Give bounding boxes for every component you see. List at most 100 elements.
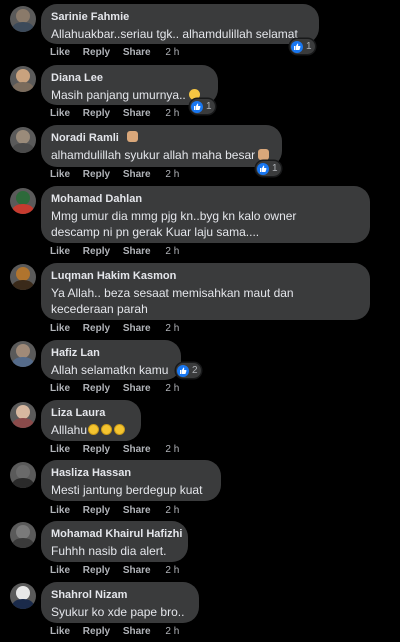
commenter-name[interactable]: Shahrol Nizam	[51, 588, 189, 602]
avatar[interactable]	[10, 462, 36, 488]
comment-text: Allah selamatkn kamu	[51, 363, 169, 377]
comment-actions: Like Reply Share 2 h	[50, 246, 189, 258]
reaction-count[interactable]: 1	[290, 39, 315, 54]
share-button[interactable]: Share	[123, 47, 151, 59]
reaction-number: 2	[192, 365, 198, 376]
avatar[interactable]	[10, 402, 36, 428]
comment-bubble: Hasliza Hassan Mesti jantung berdegup ku…	[41, 460, 221, 501]
comment-bubble: Diana Lee Masih panjang umurnya..	[41, 65, 218, 105]
reply-button[interactable]: Reply	[83, 108, 110, 120]
timestamp[interactable]: 2 h	[165, 108, 179, 120]
like-button[interactable]: Like	[50, 169, 70, 181]
reply-button[interactable]: Reply	[83, 323, 110, 335]
commenter-name[interactable]: Hafiz Lan	[51, 346, 171, 360]
comment-bubble: Noradi Ramli alhamdulillah syukur allah …	[41, 125, 282, 167]
reply-button[interactable]: Reply	[83, 246, 110, 258]
comment-text: Mmg umur dia mmg pjg kn..byg kn kalo own…	[51, 209, 297, 223]
reply-button[interactable]: Reply	[83, 626, 110, 638]
like-reaction-icon	[191, 100, 203, 113]
comment-text: Syukur ko xde pape bro..	[51, 605, 185, 619]
commenter-name[interactable]: Noradi Ramli	[51, 131, 272, 145]
share-button[interactable]: Share	[123, 626, 151, 638]
sad-face-emoji-icon	[101, 424, 113, 435]
like-button[interactable]: Like	[50, 323, 70, 335]
reply-button[interactable]: Reply	[83, 383, 110, 395]
timestamp[interactable]: 2 h	[165, 383, 179, 395]
commenter-name[interactable]: Sarinie Fahmie	[51, 10, 309, 24]
timestamp[interactable]: 2 h	[165, 444, 179, 456]
avatar[interactable]	[10, 127, 36, 153]
reaction-count[interactable]: 2	[176, 363, 201, 378]
comment-bubble: Hafiz Lan Allah selamatkn kamu	[41, 340, 181, 380]
comment-text: Allahuakbar..seriau tgk.. alhamdulillah …	[51, 27, 298, 41]
comment-actions: Like Reply Share 2 h	[50, 169, 189, 181]
reply-button[interactable]: Reply	[83, 47, 110, 59]
like-button[interactable]: Like	[50, 626, 70, 638]
comment-bubble: Mohamad Khairul Hafizhi Fuhhh nasib dia …	[41, 521, 188, 562]
reply-button[interactable]: Reply	[83, 169, 110, 181]
commenter-name[interactable]: Hasliza Hassan	[51, 466, 211, 480]
avatar[interactable]	[10, 583, 36, 609]
timestamp[interactable]: 2 h	[165, 626, 179, 638]
comment-bubble: Liza Laura Alllahu	[41, 400, 141, 441]
avatar[interactable]	[10, 188, 36, 214]
share-button[interactable]: Share	[123, 505, 151, 517]
reaction-number: 1	[306, 41, 312, 52]
share-button[interactable]: Share	[123, 383, 151, 395]
timestamp[interactable]: 2 h	[165, 323, 179, 335]
reply-button[interactable]: Reply	[83, 505, 110, 517]
reaction-count[interactable]: 1	[190, 99, 215, 114]
comment-bubble: Sarinie Fahmie Allahuakbar..seriau tgk..…	[41, 4, 319, 44]
comment-text: Mesti jantung berdegup kuat	[51, 483, 203, 497]
avatar[interactable]	[10, 66, 36, 92]
like-button[interactable]: Like	[50, 246, 70, 258]
comment-text: Ya Allah.. beza sesaat memisahkan maut d…	[51, 286, 294, 300]
comment-text: Alllahu	[51, 422, 131, 438]
commenter-name[interactable]: Liza Laura	[51, 406, 131, 420]
avatar[interactable]	[10, 522, 36, 548]
commenter-name[interactable]: Mohamad Dahlan	[51, 192, 360, 206]
share-button[interactable]: Share	[123, 169, 151, 181]
comment-text-line2: descamp ni pn gerak Kuar laju sama....	[51, 225, 260, 239]
commenter-name[interactable]: Mohamad Khairul Hafizhi	[51, 527, 182, 541]
ok-hand-emoji-icon	[258, 149, 270, 160]
like-button[interactable]: Like	[50, 444, 70, 456]
comment-actions: Like Reply Share 2 h	[50, 47, 189, 59]
comment-actions: Like Reply Share 2 h	[50, 323, 189, 335]
comment-actions: Like Reply Share 2 h	[50, 626, 189, 638]
like-button[interactable]: Like	[50, 47, 70, 59]
timestamp[interactable]: 2 h	[165, 47, 179, 59]
share-button[interactable]: Share	[123, 108, 151, 120]
avatar[interactable]	[10, 341, 36, 367]
timestamp[interactable]: 2 h	[165, 169, 179, 181]
like-button[interactable]: Like	[50, 505, 70, 517]
comment-text-line2: kecederaan parah	[51, 302, 148, 316]
share-button[interactable]: Share	[123, 444, 151, 456]
reply-button[interactable]: Reply	[83, 444, 110, 456]
commenter-name[interactable]: Luqman Hakim Kasmon	[51, 269, 360, 283]
commenter-name[interactable]: Diana Lee	[51, 71, 208, 85]
comment-actions: Like Reply Share 2 h	[50, 505, 189, 517]
reaction-number: 1	[272, 163, 278, 174]
share-button[interactable]: Share	[123, 565, 151, 577]
comment-actions: Like Reply Share 2 h	[50, 383, 189, 395]
like-button[interactable]: Like	[50, 565, 70, 577]
sad-face-emoji-icon	[114, 424, 126, 435]
avatar[interactable]	[10, 6, 36, 32]
share-button[interactable]: Share	[123, 323, 151, 335]
like-button[interactable]: Like	[50, 108, 70, 120]
timestamp[interactable]: 2 h	[165, 246, 179, 258]
avatar[interactable]	[10, 264, 36, 290]
like-button[interactable]: Like	[50, 383, 70, 395]
reaction-number: 1	[206, 101, 212, 112]
timestamp[interactable]: 2 h	[165, 565, 179, 577]
comment-actions: Like Reply Share 2 h	[50, 444, 189, 456]
reaction-count[interactable]: 1	[256, 161, 281, 176]
comment-actions: Like Reply Share 2 h	[50, 108, 189, 120]
reply-button[interactable]: Reply	[83, 565, 110, 577]
share-button[interactable]: Share	[123, 246, 151, 258]
timestamp[interactable]: 2 h	[165, 505, 179, 517]
comment-actions: Like Reply Share 2 h	[50, 565, 189, 577]
comment-bubble: Shahrol Nizam Syukur ko xde pape bro..	[41, 582, 199, 623]
waving-hand-emoji-icon	[126, 131, 138, 142]
